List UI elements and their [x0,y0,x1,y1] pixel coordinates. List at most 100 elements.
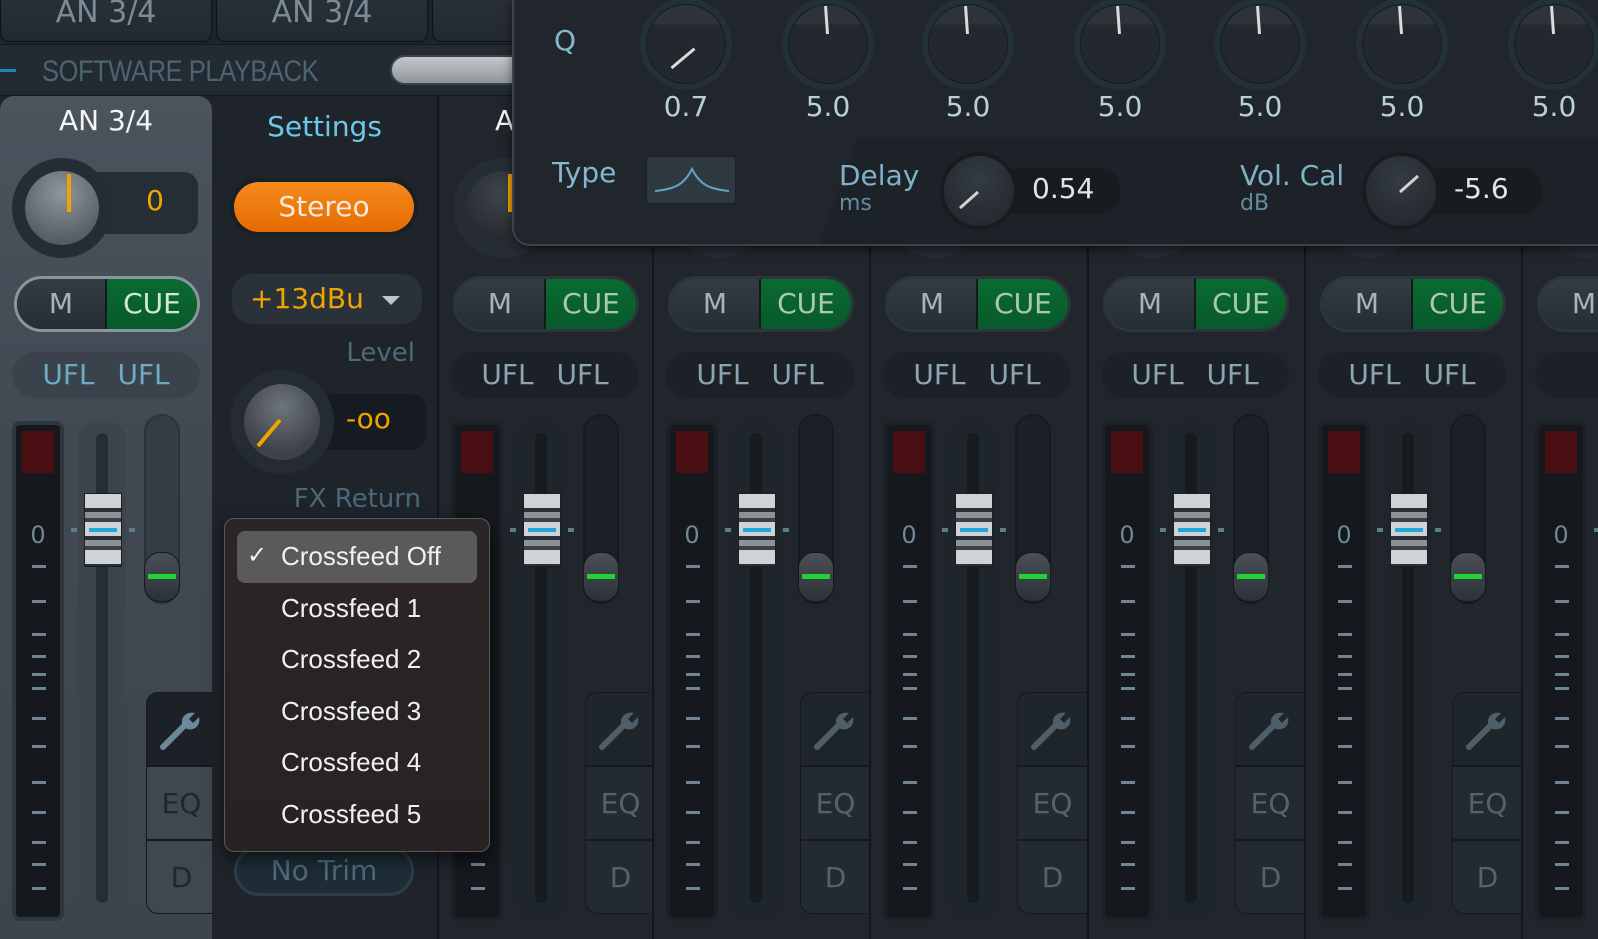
no-trim-button[interactable]: No Trim [234,846,414,896]
settings-tab[interactable] [1017,692,1088,766]
mute-button[interactable]: M [17,279,107,329]
fx-send-track [798,414,834,604]
q-knob[interactable] [922,0,1014,90]
volume-fader[interactable] [1160,493,1224,567]
fader-zero-line [89,528,117,532]
dynamics-tab[interactable]: D [585,840,656,914]
fader-zero-mark [568,528,574,532]
settings-tab[interactable] [1452,692,1523,766]
filter-type-button[interactable] [646,156,736,204]
cue-button[interactable]: CUE [1413,279,1503,329]
fx-send-slider[interactable] [144,552,180,602]
meter-tick [1121,745,1135,748]
fader-zero-mark [942,528,948,532]
fx-send-indicator [1237,574,1265,579]
mute-button[interactable]: M [671,279,761,329]
q-knob-face [646,4,726,84]
level-meter: 0 [1535,421,1587,921]
meter-tick [1555,600,1569,603]
settings-title[interactable]: Settings [212,110,437,143]
eq-tab[interactable]: EQ [1452,766,1523,840]
meter-tick [1555,687,1569,690]
mute-button[interactable]: M [456,279,546,329]
pan-knob[interactable] [25,171,99,245]
meter-zero-label: 0 [30,521,46,549]
cue-button[interactable]: CUE [107,279,197,329]
cue-button[interactable]: CUE [1196,279,1286,329]
channel-strip: AN 3/4 0 M CUE UFL UFL 0 EQ D [0,96,217,939]
crossfeed-menu-item[interactable]: Crossfeed 4 [237,737,477,789]
crossfeed-menu-item[interactable]: Crossfeed 2 [237,634,477,686]
q-knob[interactable] [1508,0,1598,90]
horizontal-scrollbar[interactable] [390,55,530,85]
mute-button[interactable]: M [1540,279,1598,329]
meter-tick [686,687,700,690]
meter-tick [32,745,46,748]
meter-tick [1121,565,1135,568]
top-tab-2[interactable]: AN 3/4 [216,0,428,42]
volume-fader[interactable] [725,493,789,567]
meter-tick [1555,745,1569,748]
cue-button[interactable]: CUE [761,279,851,329]
stereo-button[interactable]: Stereo [234,182,414,232]
fx-send-slider[interactable] [1233,552,1269,602]
q-knob[interactable] [1214,0,1306,90]
q-knob[interactable] [640,0,732,90]
meter-tick [1338,841,1352,844]
q-knob[interactable] [782,0,874,90]
meter-tick [1121,633,1135,636]
dynamics-tab[interactable]: D [1452,840,1523,914]
fader-zero-mark [1000,528,1006,532]
meter-tick [903,811,917,814]
fx-send-slider[interactable] [1015,552,1051,602]
meter-tick [1121,781,1135,784]
q-knob[interactable] [1356,0,1448,90]
meter-tick [471,863,485,866]
dynamics-tab[interactable]: D [1235,840,1306,914]
eq-tab[interactable]: EQ [800,766,871,840]
meter-tick [1555,841,1569,844]
q-knob[interactable] [1074,0,1166,90]
volume-fader[interactable] [71,493,135,567]
meter-tick [903,687,917,690]
level-select[interactable]: +13dBu [232,274,422,324]
fader-zero-mark [71,528,77,532]
meter-tick [1555,655,1569,658]
mute-button[interactable]: M [1323,279,1413,329]
volume-fader[interactable] [510,493,574,567]
settings-tab[interactable] [146,692,217,766]
crossfeed-menu-item[interactable]: Crossfeed 1 [237,583,477,635]
volume-fader[interactable] [942,493,1006,567]
mute-button[interactable]: M [1106,279,1196,329]
fx-send-slider[interactable] [583,552,619,602]
eq-tab[interactable]: EQ [146,766,217,840]
pan-control: 0 [12,158,198,258]
mute-cue-group: M CUE [453,276,639,332]
eq-tab[interactable]: EQ [1017,766,1088,840]
settings-tab[interactable] [585,692,656,766]
meter-tick [686,717,700,720]
settings-tab[interactable] [800,692,871,766]
dynamics-tab[interactable]: D [146,840,217,914]
wrench-icon [1030,712,1070,750]
cue-button[interactable]: CUE [978,279,1068,329]
fx-send-slider[interactable] [1450,552,1486,602]
meter-tick [32,687,46,690]
crossfeed-menu-item[interactable]: Crossfeed 3 [237,686,477,738]
top-tab-1[interactable]: AN 3/4 [0,0,212,42]
eq-tab[interactable]: EQ [585,766,656,840]
crossfeed-menu-item[interactable]: ✓ Crossfeed Off [237,531,477,583]
cue-button[interactable]: CUE [546,279,636,329]
level-meter: 0 [666,421,718,921]
fader-zero-line [743,528,771,532]
mute-cue-group: M CUE [14,276,200,332]
mute-button[interactable]: M [888,279,978,329]
eq-tab[interactable]: EQ [1235,766,1306,840]
settings-tab[interactable] [1235,692,1306,766]
dynamics-tab[interactable]: D [1017,840,1088,914]
peak-filter-icon [654,166,730,192]
fx-send-slider[interactable] [798,552,834,602]
dynamics-tab[interactable]: D [800,840,871,914]
volume-fader[interactable] [1377,493,1441,567]
crossfeed-menu-item[interactable]: Crossfeed 5 [237,789,477,841]
